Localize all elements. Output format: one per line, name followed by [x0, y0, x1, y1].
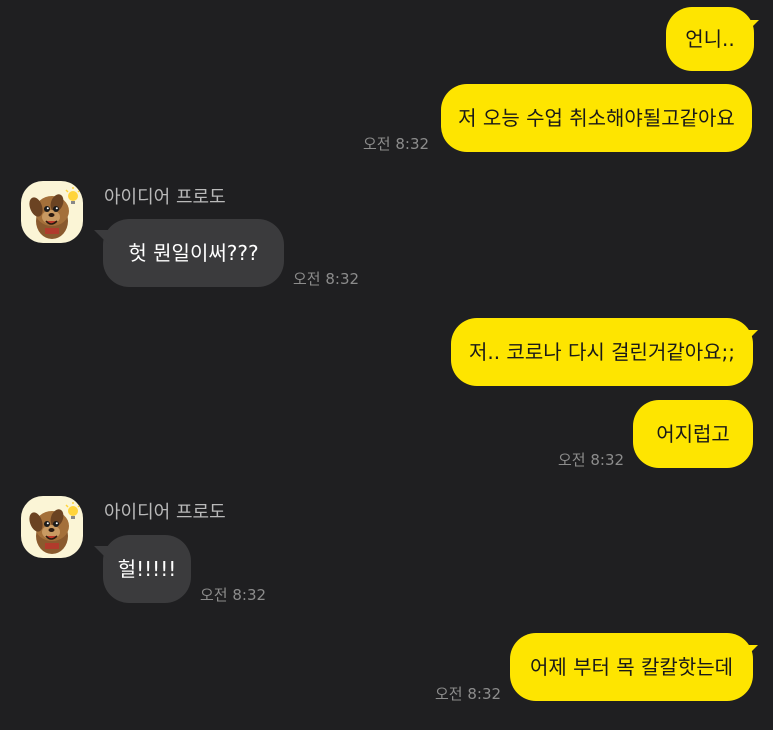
sender-name: 아이디어 프로도 [104, 502, 226, 523]
sender-name: 아이디어 프로도 [104, 187, 226, 208]
message-bubble-outgoing[interactable]: 어지럽고 [633, 400, 753, 468]
message-bubble-incoming[interactable]: 헐!!!!! [103, 535, 191, 603]
message-bubble-outgoing[interactable]: 언니.. [666, 7, 754, 71]
message-timestamp: 오전 8:32 [200, 586, 267, 604]
bubble-tail [745, 20, 759, 34]
sender-avatar[interactable] [21, 181, 83, 243]
message-timestamp: 오전 8:32 [558, 451, 625, 469]
bubble-tail [744, 330, 758, 344]
message-bubble-outgoing[interactable]: 저 오능 수업 취소해야될고같아요 [441, 84, 752, 152]
message-timestamp: 오전 8:32 [435, 685, 502, 703]
message-bubble-outgoing[interactable]: 저.. 코로나 다시 걸린거같아요;; [451, 318, 753, 386]
message-timestamp: 오전 8:32 [363, 135, 430, 153]
bubble-tail [744, 645, 758, 659]
frodo-dog-avatar-icon [29, 187, 81, 239]
message-bubble-outgoing[interactable]: 어제 부터 목 칼칼핫는데 [510, 633, 753, 701]
message-timestamp: 오전 8:32 [293, 270, 360, 288]
message-bubble-incoming[interactable]: 헛 뭔일이써??? [103, 219, 284, 287]
sender-avatar[interactable] [21, 496, 83, 558]
bubble-tail [94, 230, 108, 244]
bubble-tail [94, 546, 108, 560]
frodo-dog-avatar-icon [29, 502, 81, 554]
